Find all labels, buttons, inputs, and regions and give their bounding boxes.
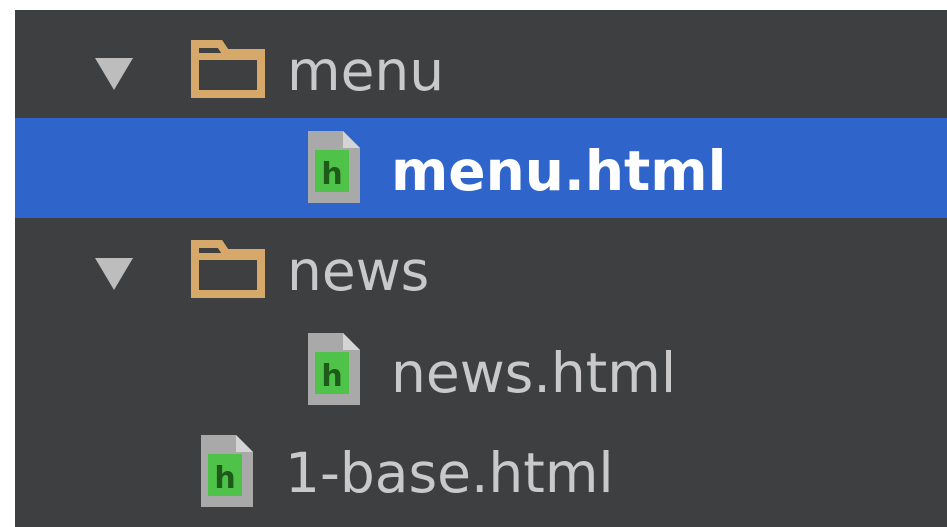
folder-icon	[191, 240, 265, 298]
svg-text:h: h	[321, 359, 342, 394]
tree-row-1-base-html[interactable]: h 1-base.html	[15, 418, 947, 518]
folder-icon	[191, 40, 265, 98]
html-file-icon: h	[308, 131, 360, 203]
file-label: 1-base.html	[285, 441, 614, 505]
folder-label: menu	[287, 39, 445, 103]
html-file-icon: h	[308, 333, 360, 405]
expand-arrow-icon[interactable]	[95, 58, 133, 90]
tree-row-menu-html[interactable]: h menu.html	[15, 118, 947, 218]
file-label: menu.html	[391, 139, 727, 203]
svg-text:h: h	[321, 157, 342, 192]
tree-row-news-folder[interactable]: news	[15, 218, 947, 318]
svg-text:h: h	[214, 461, 235, 496]
folder-label: news	[287, 239, 430, 303]
html-file-icon: h	[201, 435, 253, 507]
file-label: news.html	[391, 341, 677, 405]
tree-row-menu-folder[interactable]: menu	[15, 18, 947, 118]
project-tree: menu h menu.html news h news.html h 1-ba…	[15, 10, 947, 527]
tree-row-news-html[interactable]: h news.html	[15, 318, 947, 418]
expand-arrow-icon[interactable]	[95, 258, 133, 290]
